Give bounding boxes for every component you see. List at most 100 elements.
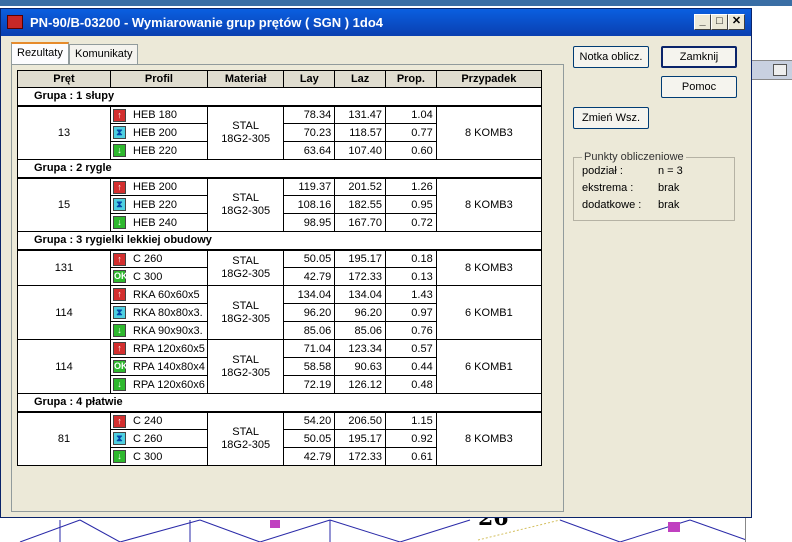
profil-cell[interactable]: ⧗ HEB 220 [109,195,208,214]
arrow-up-icon: ↑ [112,414,126,428]
pomoc-button[interactable]: Pomoc [661,76,737,98]
laz-cell: 126.12 [334,375,387,394]
laz-cell: 131.47 [334,105,387,124]
profil-cell[interactable]: OK RPA 140x80x4 [109,357,208,376]
column-header-lay[interactable]: Lay [283,70,336,88]
zmien-wszystkie-button[interactable]: Zmień Wsz. [573,107,649,129]
profil-label: RKA 80x80x3. [132,306,203,319]
window-title: PN-90/B-03200 - Wymiarowanie grup prętów… [30,15,384,30]
laz-cell: 107.40 [334,141,387,160]
laz-cell: 172.33 [334,267,387,286]
profil-label: HEB 200 [132,180,177,193]
hourglass-icon: ⧗ [112,126,126,139]
profil-cell[interactable]: ↑ HEB 200 [109,177,208,196]
pret-cell: 114 [17,339,111,394]
laz-cell: 201.52 [334,177,387,196]
profil-cell[interactable]: ⧗ RKA 80x80x3. [109,303,208,322]
close-button[interactable]: ✕ [728,14,745,30]
profil-cell[interactable]: ↓ C 300 [109,447,208,466]
profil-label: HEB 180 [132,108,177,121]
profil-cell[interactable]: ↓ HEB 240 [109,213,208,232]
laz-cell: 85.06 [334,321,387,340]
material-cell: STAL 18G2-305 [206,177,285,232]
profil-cell[interactable]: ⧗ HEB 200 [109,123,208,142]
tab-komunikaty[interactable]: Komunikaty [69,44,139,64]
lay-cell: 50.05 [283,249,336,268]
material-type: STAL [232,254,259,267]
lay-cell: 42.79 [283,267,336,286]
group-title: Grupa : 2 rygle [17,159,542,179]
tab-rezultaty[interactable]: Rezultaty [11,42,69,65]
column-header-laz[interactable]: Laz [334,70,387,88]
profil-label: HEB 200 [132,126,177,139]
column-header-przypadek[interactable]: Przypadek [435,70,543,88]
lay-cell: 98.95 [283,213,336,232]
profil-cell[interactable]: ↓ RKA 90x90x3. [109,321,208,340]
pret-cell: 15 [17,177,111,232]
podzial-label: podział : [582,165,623,177]
laz-cell: 123.34 [334,339,387,358]
pret-cell: 114 [17,285,111,340]
table-row[interactable]: 81 ↑ C 240 STAL 18G2-305 54.20 206.50 1.15 8 KOM… [17,411,543,466]
column-header-pret[interactable]: Pręt [17,70,111,88]
table-body: Grupa : 1 słupy 13 ↑ HEB 180 STAL 18G2-305 78.… [17,87,543,466]
profil-label: C 300 [132,450,163,463]
table-row[interactable]: 131 ↑ C 260 STAL 18G2-305 50.05 195.17 0.18 8 KO… [17,249,543,286]
background-window-button[interactable] [773,64,787,76]
profil-cell[interactable]: ↑ C 240 [109,411,208,430]
laz-cell: 206.50 [334,411,387,430]
table-header-row: Pręt Profil Materiał Lay Laz Prop. Przyp… [17,70,543,88]
prop-cell: 0.95 [385,195,437,214]
material-grade: 18G2-305 [221,366,271,379]
podzial-row: podział : n = 3 [582,165,683,177]
material-grade: 18G2-305 [221,312,271,325]
prop-cell: 0.18 [385,249,437,268]
table-row[interactable]: 13 ↑ HEB 180 STAL 18G2-305 78.34 131.47 1.04 8 K… [17,105,543,160]
group-row: Grupa : 1 słupy [17,87,542,107]
column-header-prop[interactable]: Prop. [385,70,437,88]
prop-cell: 1.26 [385,177,437,196]
arrow-down-icon: ↓ [112,378,126,391]
profil-label: RPA 140x80x4 [132,360,205,373]
lay-cell: 72.19 [283,375,336,394]
table-row[interactable]: 114 ↑ RPA 120x60x5 STAL 18G2-305 71.04 123.34 0… [17,339,543,394]
podzial-value: n = 3 [658,165,683,177]
profil-cell[interactable]: ↑ C 260 [109,249,208,268]
results-table: Pręt Profil Materiał Lay Laz Prop. Przyp… [17,70,543,466]
arrow-down-icon: ↓ [112,216,126,229]
pret-cell: 81 [17,411,111,466]
column-header-material[interactable]: Materiał [206,70,285,88]
lay-cell: 108.16 [283,195,336,214]
table-row[interactable]: 15 ↑ HEB 200 STAL 18G2-305 119.37 201.52 1.26 8 … [17,177,543,232]
lay-cell: 71.04 [283,339,336,358]
przypadek-cell: 8 KOMB3 [435,249,543,286]
zamknij-button[interactable]: Zamknij [661,46,737,68]
prop-cell: 1.43 [385,285,437,304]
material-cell: STAL 18G2-305 [206,411,285,466]
profil-cell[interactable]: ↓ RPA 120x60x6 [109,375,208,394]
prop-cell: 0.48 [385,375,437,394]
prop-cell: 0.60 [385,141,437,160]
lay-cell: 85.06 [283,321,336,340]
maximize-button[interactable]: □ [711,14,728,30]
profil-cell[interactable]: ↑ RPA 120x60x5 [109,339,208,358]
profil-label: HEB 240 [132,216,177,229]
profil-cell[interactable]: ↓ HEB 220 [109,141,208,160]
profil-cell[interactable]: ↑ HEB 180 [109,105,208,124]
profil-cell[interactable]: OK C 300 [109,267,208,286]
column-header-profil[interactable]: Profil [109,70,208,88]
profil-label: RPA 120x60x5 [132,342,205,355]
profil-label: RPA 120x60x6 [132,378,205,391]
lay-cell: 70.23 [283,123,336,142]
profil-cell[interactable]: ⧗ C 260 [109,429,208,448]
prop-cell: 1.15 [385,411,437,430]
group-title: Grupa : 3 rygielki lekkiej obudowy [17,231,542,251]
notka-obliczeniowa-button[interactable]: Notka oblicz. [573,46,649,68]
table-row[interactable]: 114 ↑ RKA 60x60x5 STAL 18G2-305 134.04 134.04 1… [17,285,543,340]
material-type: STAL [232,191,259,204]
minimize-button[interactable]: _ [694,14,711,30]
material-grade: 18G2-305 [221,438,271,451]
profil-cell[interactable]: ↑ RKA 60x60x5 [109,285,208,304]
laz-cell: 182.55 [334,195,387,214]
group-row: Grupa : 4 płatwie [17,393,542,413]
